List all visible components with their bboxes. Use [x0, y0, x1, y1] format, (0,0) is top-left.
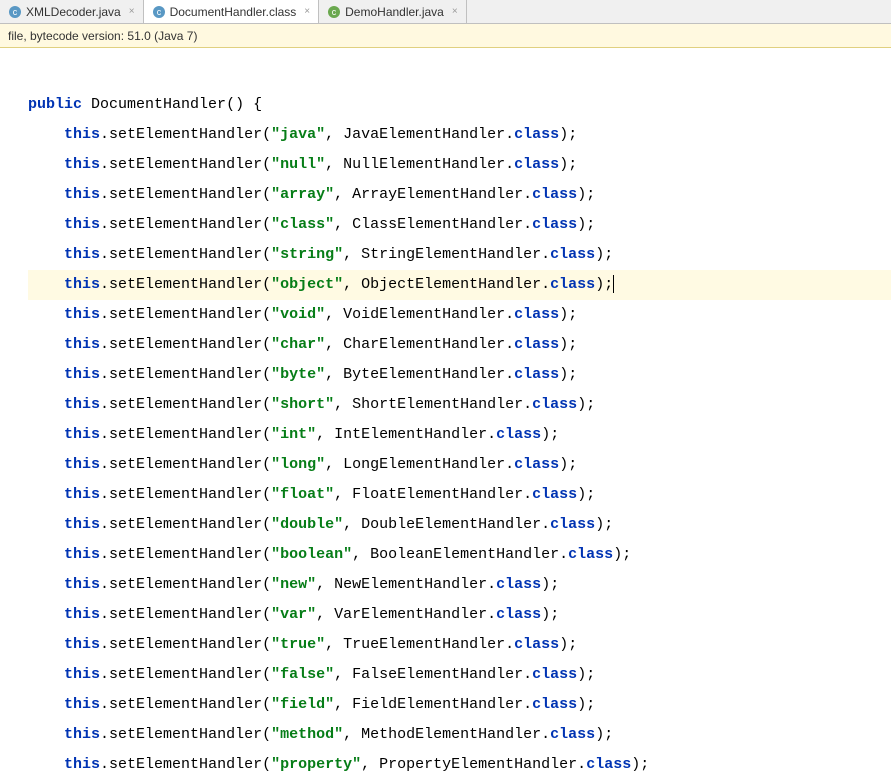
code-line[interactable]: this.setElementHandler("short", ShortEle…	[28, 390, 891, 420]
close-icon[interactable]: ×	[304, 6, 310, 17]
text-caret	[613, 275, 614, 293]
code-line[interactable]: this.setElementHandler("object", ObjectE…	[28, 270, 891, 300]
code-line[interactable]: this.setElementHandler("string", StringE…	[28, 240, 891, 270]
decompiler-info-bar: file, bytecode version: 51.0 (Java 7)	[0, 24, 891, 48]
code-line[interactable]: this.setElementHandler("method", MethodE…	[28, 720, 891, 750]
code-line[interactable]: this.setElementHandler("array", ArrayEle…	[28, 180, 891, 210]
code-line[interactable]: this.setElementHandler("new", NewElement…	[28, 570, 891, 600]
code-line-signature[interactable]: public DocumentHandler() {	[28, 90, 891, 120]
code-line[interactable]: this.setElementHandler("float", FloatEle…	[28, 480, 891, 510]
code-line[interactable]: this.setElementHandler("null", NullEleme…	[28, 150, 891, 180]
svg-text:c: c	[13, 7, 18, 17]
tab-xmldecoder[interactable]: c XMLDecoder.java ×	[0, 0, 144, 23]
code-line[interactable]: this.setElementHandler("void", VoidEleme…	[28, 300, 891, 330]
code-line[interactable]: this.setElementHandler("property", Prope…	[28, 750, 891, 780]
code-line[interactable]: this.setElementHandler("boolean", Boolea…	[28, 540, 891, 570]
info-bar-text: file, bytecode version: 51.0 (Java 7)	[8, 29, 197, 43]
tab-demohandler[interactable]: c DemoHandler.java ×	[319, 0, 467, 23]
code-line[interactable]: this.setElementHandler("int", IntElement…	[28, 420, 891, 450]
code-line[interactable]: this.setElementHandler("byte", ByteEleme…	[28, 360, 891, 390]
tab-documenthandler[interactable]: c DocumentHandler.class ×	[144, 0, 320, 23]
code-editor[interactable]: public DocumentHandler() { this.setEleme…	[0, 48, 891, 780]
tab-label: DocumentHandler.class	[170, 5, 297, 19]
java-class-icon: c	[327, 5, 341, 19]
editor-tabs: c XMLDecoder.java × c DocumentHandler.cl…	[0, 0, 891, 24]
close-icon[interactable]: ×	[452, 6, 458, 17]
code-line[interactable]: this.setElementHandler("field", FieldEle…	[28, 690, 891, 720]
code-line[interactable]: this.setElementHandler("var", VarElement…	[28, 600, 891, 630]
code-line[interactable]: this.setElementHandler("false", FalseEle…	[28, 660, 891, 690]
tab-label: XMLDecoder.java	[26, 5, 121, 19]
tab-label: DemoHandler.java	[345, 5, 444, 19]
close-icon[interactable]: ×	[129, 6, 135, 17]
code-line[interactable]: this.setElementHandler("char", CharEleme…	[28, 330, 891, 360]
code-line[interactable]: this.setElementHandler("long", LongEleme…	[28, 450, 891, 480]
code-line[interactable]: this.setElementHandler("class", ClassEle…	[28, 210, 891, 240]
code-line[interactable]: this.setElementHandler("double", DoubleE…	[28, 510, 891, 540]
java-class-icon: c	[152, 5, 166, 19]
java-class-icon: c	[8, 5, 22, 19]
svg-text:c: c	[156, 7, 161, 17]
code-line[interactable]: this.setElementHandler("java", JavaEleme…	[28, 120, 891, 150]
svg-text:c: c	[332, 7, 337, 17]
code-line[interactable]: this.setElementHandler("true", TrueEleme…	[28, 630, 891, 660]
